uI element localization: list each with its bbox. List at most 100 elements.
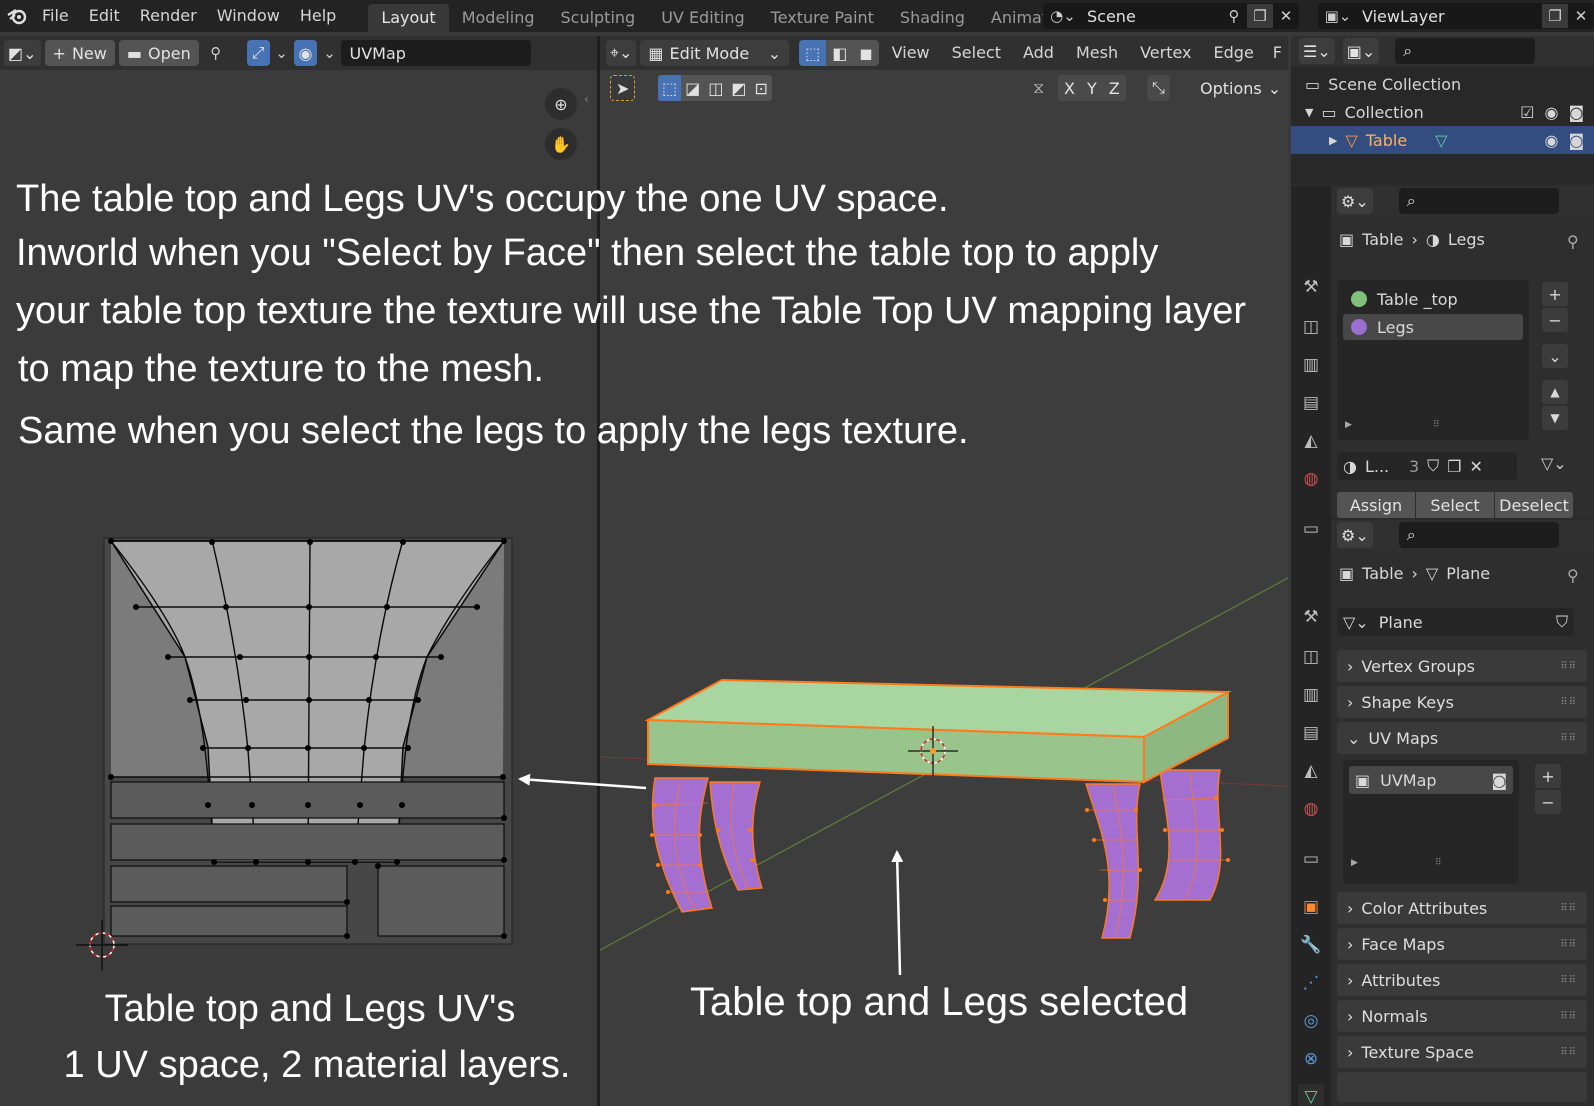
drag-grip-icon[interactable]: ⠿⠿ — [1560, 939, 1577, 950]
camera-icon[interactable]: ◙ — [1491, 771, 1507, 790]
close-view-layer-icon[interactable]: ✕ — [1568, 4, 1594, 28]
object-tab-icon[interactable]: ▣ — [1298, 894, 1324, 920]
physics-tab-icon[interactable]: ◎ — [1298, 1008, 1324, 1034]
properties-type-icon[interactable]: ⚙⌄ — [1337, 522, 1373, 548]
deselect-button[interactable]: Deselect — [1495, 492, 1573, 518]
new-scene-icon[interactable]: ❐ — [1247, 4, 1273, 28]
properties-search-input[interactable]: ⌕ — [1398, 188, 1559, 214]
uv-sync-selection-icon[interactable]: ⤢ — [246, 40, 270, 66]
select-button[interactable]: Select — [1416, 492, 1494, 518]
outliner-table-object[interactable]: ▶ ▽ Table ▽ ◉ ◙ — [1291, 126, 1594, 154]
close-icon[interactable]: ✕ — [1273, 4, 1299, 28]
pin-icon[interactable]: ⚲ — [1221, 4, 1247, 28]
pin-icon[interactable]: ⚲ — [1567, 232, 1579, 251]
outliner-collection[interactable]: ▼ ▭ Collection ☑ ◉ ◙ — [1291, 98, 1594, 126]
section-face-maps[interactable]: › Face Maps ⠿⠿ — [1337, 928, 1587, 960]
mesh-datablock[interactable]: ▽⌄ Plane ⛉ — [1337, 608, 1574, 636]
outliner-scene-collection[interactable]: ▭ Scene Collection — [1291, 70, 1594, 98]
viewport-menu-add[interactable]: Add — [1014, 37, 1063, 69]
add-slot-button[interactable]: + — [1542, 282, 1568, 306]
drag-grip-icon[interactable]: ⠿⠿ — [1560, 697, 1577, 708]
drag-grip-icon[interactable]: ⠿⠿ — [1560, 975, 1577, 986]
properties-search-input[interactable]: ⌕ — [1398, 522, 1559, 548]
add-uv-map-button[interactable]: + — [1535, 764, 1561, 788]
properties-type-icon[interactable]: ⚙⌄ — [1337, 188, 1373, 214]
outliner-type-icon[interactable]: ☰⌄ — [1299, 38, 1335, 64]
drag-grip-icon[interactable]: ⠿⠿ — [1560, 1011, 1577, 1022]
link-type-icon[interactable]: ▽⌄ — [1541, 454, 1567, 473]
tab-texture-paint[interactable]: Texture Paint — [758, 4, 887, 32]
drag-grip-icon[interactable]: ⠿⠿ — [1560, 903, 1577, 914]
move-slot-up-button[interactable]: ▲ — [1542, 380, 1568, 404]
pin-image-icon[interactable]: ⚲ — [203, 41, 229, 65]
display-mode-icon[interactable]: ▣⌄ — [1342, 38, 1380, 64]
tab-shading[interactable]: Shading — [887, 4, 978, 32]
scene-tab-icon[interactable]: ◭ — [1298, 428, 1324, 454]
viewport-menu-face[interactable]: F — [1267, 37, 1288, 69]
tool-tab-icon-2[interactable]: ⚒ — [1298, 604, 1324, 630]
outliner-search-input[interactable]: ⌕ — [1395, 38, 1536, 64]
world-tab-icon[interactable]: ◍ — [1298, 466, 1324, 492]
list-expand-icon[interactable]: ▶ — [1345, 420, 1352, 430]
image-name-field[interactable]: UVMap — [341, 40, 532, 66]
section-shape-keys[interactable]: › Shape Keys ⠿⠿ — [1337, 686, 1587, 718]
viewport-menu-view[interactable]: View — [883, 37, 939, 69]
section-color-attributes[interactable]: › Color Attributes ⠿⠿ — [1337, 892, 1587, 924]
eye-icon[interactable]: ◉ — [1545, 103, 1559, 122]
particles-tab-icon[interactable]: ⋰ — [1298, 970, 1324, 996]
modifier-tab-icon[interactable]: 🔧 — [1298, 932, 1324, 958]
list-resize-grip[interactable]: ⠿ — [1435, 858, 1442, 868]
viewport-menu-mesh[interactable]: Mesh — [1067, 37, 1127, 69]
viewport-menu-edge[interactable]: Edge — [1205, 37, 1263, 69]
output-tab-icon[interactable]: ▥ — [1298, 352, 1324, 378]
slot-specials-button[interactable]: ⌄ — [1542, 344, 1568, 368]
section-vertex-groups[interactable]: › Vertex Groups ⠿⠿ — [1337, 650, 1587, 682]
new-image-button[interactable]: + New — [44, 40, 115, 66]
section-uv-maps[interactable]: ⌄ UV Maps ⠿⠿ — [1337, 722, 1587, 754]
menu-window[interactable]: Window — [207, 0, 290, 32]
viewport-editor-type-icon[interactable]: ⌖⌄ — [606, 40, 637, 66]
duplicate-icon[interactable]: ❐ — [1447, 457, 1461, 476]
camera-icon[interactable]: ◙ — [1568, 103, 1584, 122]
menu-render[interactable]: Render — [130, 0, 207, 32]
render-tab-icon[interactable]: ◫ — [1298, 314, 1324, 340]
drag-grip-icon[interactable]: ⠿⠿ — [1560, 733, 1577, 744]
open-image-button[interactable]: ▬ Open — [118, 40, 199, 66]
view-layer-selector[interactable]: ▣⌄ ViewLayer ❐ ✕ — [1318, 3, 1594, 29]
tab-sculpting[interactable]: Sculpting — [547, 4, 648, 32]
chevron-down-icon[interactable]: ⌄ — [321, 41, 337, 65]
scene-tab-icon-2[interactable]: ◭ — [1298, 758, 1324, 784]
mesh-browse-icon[interactable]: ▽⌄ — [1343, 613, 1369, 632]
editor-type-icon[interactable]: ◩⌄ — [4, 40, 41, 66]
uv-editor-canvas[interactable]: ⊕ ✋ ‹ — [0, 70, 598, 1106]
chevron-down-icon[interactable]: ⌄ — [274, 41, 290, 65]
pin-icon[interactable]: ⚲ — [1567, 566, 1579, 585]
assign-button[interactable]: Assign — [1337, 492, 1415, 518]
eye-icon[interactable]: ◉ — [1545, 131, 1559, 150]
checkbox-icon[interactable]: ☑ — [1520, 103, 1534, 122]
material-slot-list[interactable]: Table _top Legs ▶ ⠿ — [1337, 280, 1529, 440]
face-select-icon[interactable]: ◼ — [853, 40, 879, 66]
viewport-menu-vertex[interactable]: Vertex — [1131, 37, 1200, 69]
drag-grip-icon[interactable]: ⠿⠿ — [1560, 661, 1577, 672]
tab-layout[interactable]: Layout — [368, 4, 449, 32]
list-expand-icon[interactable]: ▶ — [1351, 858, 1358, 868]
collection-tab-icon[interactable]: ▭ — [1298, 516, 1324, 542]
world-tab-icon-2[interactable]: ◍ — [1298, 796, 1324, 822]
render-tab-icon-2[interactable]: ◫ — [1298, 644, 1324, 670]
unlink-icon[interactable]: ✕ — [1470, 457, 1483, 476]
material-browse-icon[interactable]: ◑ — [1343, 457, 1357, 476]
menu-help[interactable]: Help — [290, 0, 346, 32]
vertex-select-icon[interactable]: ⬚ — [799, 40, 827, 66]
menu-file[interactable]: File — [32, 0, 79, 32]
collection-tab-icon-2[interactable]: ▭ — [1298, 846, 1324, 872]
mesh-data-tab-icon[interactable]: ▽ — [1298, 1084, 1324, 1106]
fake-user-icon[interactable]: ⛉ — [1556, 612, 1568, 632]
blender-logo-icon[interactable] — [2, 4, 32, 28]
remove-slot-button[interactable]: − — [1542, 308, 1568, 332]
constraints-tab-icon[interactable]: ⊗ — [1298, 1046, 1324, 1072]
expand-arrow-icon[interactable]: ▼ — [1305, 106, 1313, 119]
3d-viewport[interactable]: ➤ ⬚ ◪ ◫ ◩ ⊡ ⧖ X Y Z ⤡ Options ⌄ › — [600, 70, 1288, 1106]
menu-edit[interactable]: Edit — [79, 0, 130, 32]
section-attributes[interactable]: › Attributes ⠿⠿ — [1337, 964, 1587, 996]
